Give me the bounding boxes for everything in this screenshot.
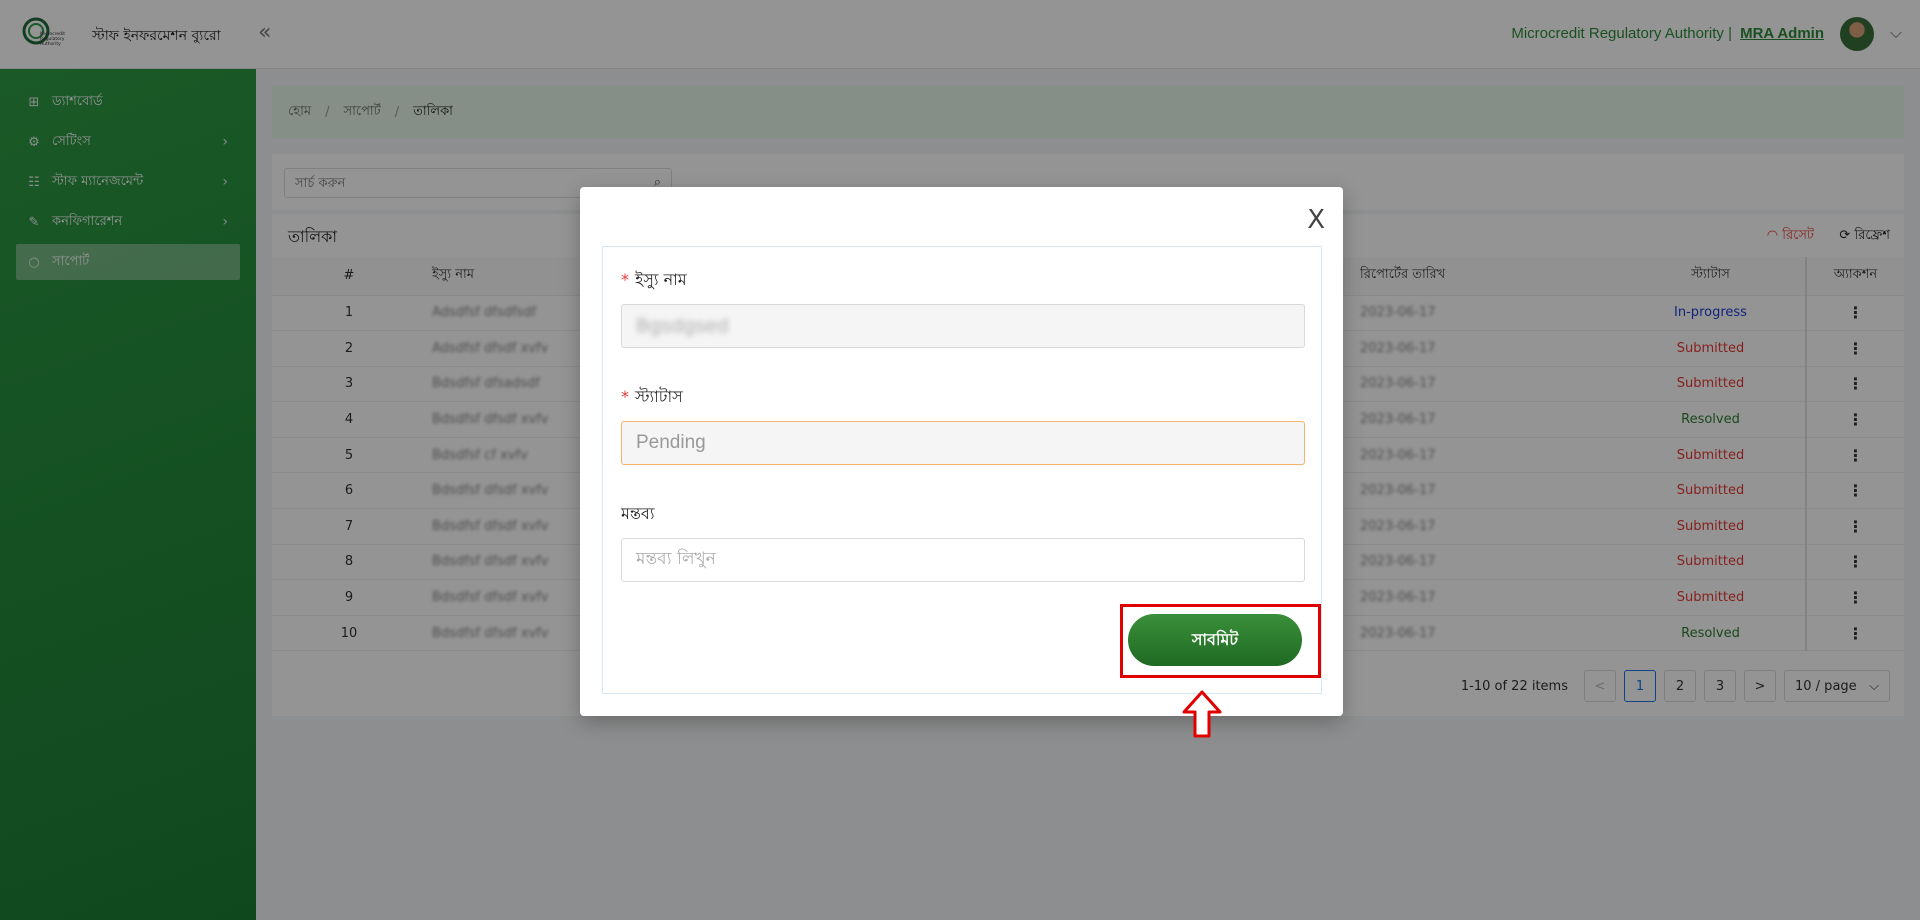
issue-name-field[interactable]: Bgsdgsed	[621, 304, 1305, 348]
highlight-box	[1120, 604, 1321, 678]
status-label-text: স্ট্যাটাস	[635, 387, 683, 406]
status-value: Pending	[636, 432, 706, 453]
status-field[interactable]: Pending	[621, 421, 1305, 465]
required-mark: *	[621, 270, 629, 289]
issue-name-label: * ইস্যু নাম	[621, 267, 687, 294]
up-arrow-icon	[1182, 690, 1222, 738]
issue-name-label-text: ইস্যু নাম	[635, 270, 687, 289]
close-icon[interactable]: X	[1307, 207, 1325, 233]
issue-name-value: Bgsdgsed	[636, 315, 729, 337]
required-mark: *	[621, 387, 629, 406]
comment-label: মন্তব্য	[621, 504, 655, 523]
comment-field[interactable]: মন্তব্য লিখুন	[621, 538, 1305, 582]
comment-placeholder: মন্তব্য লিখুন	[636, 549, 716, 569]
status-label: * স্ট্যাটাস	[621, 384, 683, 411]
